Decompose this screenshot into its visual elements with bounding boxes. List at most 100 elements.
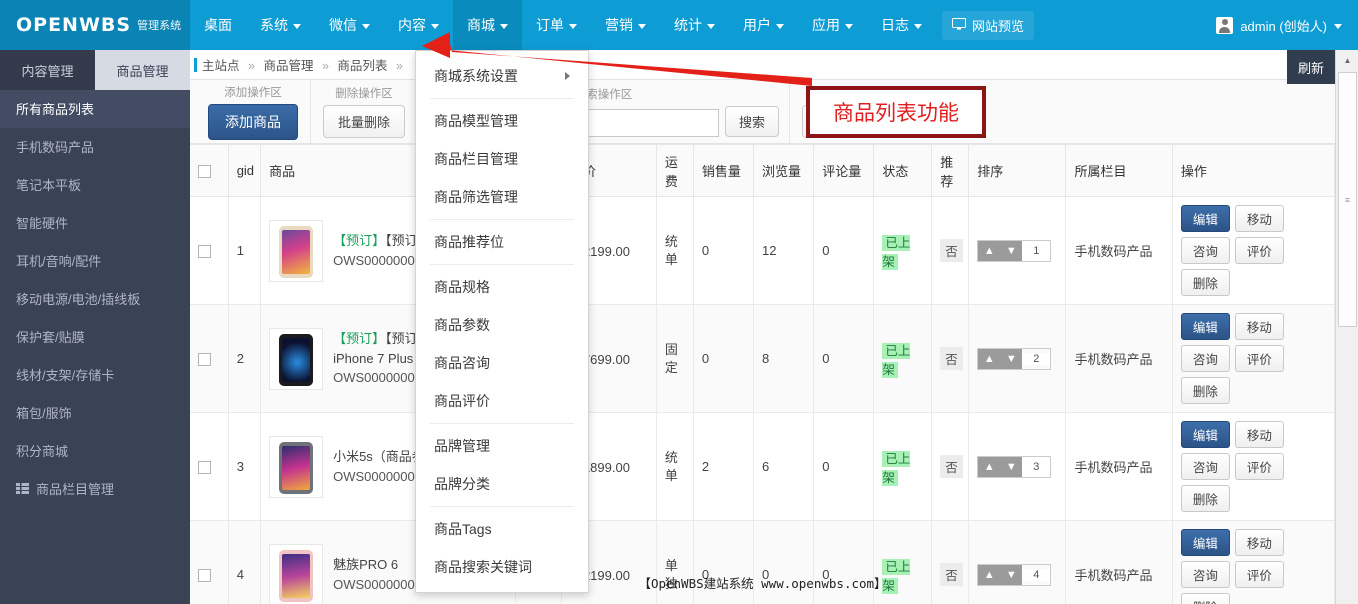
edit-button[interactable]: 编辑 (1181, 529, 1230, 556)
user-menu[interactable]: admin (创始人) (1216, 16, 1358, 35)
sidebar-item-cables-storage[interactable]: 线材/支架/存储卡 (0, 356, 190, 394)
th-category[interactable]: 所属栏目 (1066, 145, 1172, 197)
sidebar-item-cases-films[interactable]: 保护套/贴膜 (0, 318, 190, 356)
review-button[interactable]: 评价 (1235, 453, 1284, 480)
breadcrumb-item-site[interactable]: 主站点 (202, 59, 240, 73)
delete-button[interactable]: 删除 (1181, 377, 1230, 404)
move-button[interactable]: 移动 (1235, 529, 1284, 556)
arrow-up-icon[interactable]: ▲ (978, 241, 1000, 261)
sort-value[interactable]: 2 (1022, 353, 1050, 365)
nav-item-wechat[interactable]: 微信 (315, 0, 384, 50)
arrow-up-icon[interactable]: ▲ (978, 457, 1000, 477)
refresh-button[interactable]: 刷新 (1287, 50, 1335, 84)
th-sales[interactable]: 销售量 (693, 145, 753, 197)
sidebar-item-label: 积分商城 (16, 441, 68, 460)
row-checkbox[interactable] (198, 245, 211, 258)
sidebar-tab-label: 内容管理 (21, 61, 73, 80)
brand-logo-area[interactable]: OPENWBS 管理系统 (0, 0, 190, 50)
batch-delete-button[interactable]: 批量删除 (323, 105, 405, 138)
sidebar-tab-content[interactable]: 内容管理 (0, 50, 95, 90)
nav-item-desktop[interactable]: 桌面 (190, 0, 246, 50)
menu-item-product-tags[interactable]: 商品Tags (416, 510, 588, 548)
menu-item-product-keywords[interactable]: 商品搜索关键词 (416, 548, 588, 586)
edit-button[interactable]: 编辑 (1181, 205, 1230, 232)
menu-item-product-consult[interactable]: 商品咨询 (416, 344, 588, 382)
menu-item-product-filter[interactable]: 商品筛选管理 (416, 178, 588, 216)
sidebar-item-points-mall[interactable]: 积分商城 (0, 432, 190, 470)
arrow-down-icon[interactable]: ▼ (1000, 349, 1022, 369)
sort-value[interactable]: 3 (1022, 461, 1050, 473)
menu-item-label: 商品筛选管理 (434, 187, 518, 207)
select-all-checkbox[interactable] (198, 165, 211, 178)
sidebar-item-category-manage[interactable]: 商品栏目管理 (0, 470, 190, 508)
arrow-down-icon[interactable]: ▼ (1000, 457, 1022, 477)
vertical-scrollbar[interactable]: ▲ ≡ (1335, 50, 1358, 604)
sidebar-item-mobile-digital[interactable]: 手机数码产品 (0, 128, 190, 166)
menu-item-brand-category[interactable]: 品牌分类 (416, 465, 588, 503)
product-name[interactable]: 魅族PRO 6 (333, 557, 398, 572)
scrollbar-thumb[interactable]: ≡ (1338, 72, 1357, 327)
edit-button[interactable]: 编辑 (1181, 421, 1230, 448)
sidebar-tab-product[interactable]: 商品管理 (95, 50, 190, 90)
move-button[interactable]: 移动 (1235, 421, 1284, 448)
table-row[interactable]: 2 【预订】【预订】Apple iPhone 7 Plus 亮黑色 128 OW… (190, 305, 1335, 413)
arrow-down-icon[interactable]: ▼ (1000, 241, 1022, 261)
chevron-down-icon (845, 24, 853, 29)
product-thumbnail (269, 220, 323, 282)
sidebar-item-power-battery[interactable]: 移动电源/电池/插线板 (0, 280, 190, 318)
site-preview-button[interactable]: 网站预览 (942, 11, 1034, 40)
menu-item-product-param[interactable]: 商品参数 (416, 306, 588, 344)
delete-button[interactable]: 删除 (1181, 269, 1230, 296)
th-gid[interactable]: gid (228, 145, 260, 197)
menu-item-brand-manage[interactable]: 品牌管理 (416, 427, 588, 465)
menu-item-product-spec[interactable]: 商品规格 (416, 268, 588, 306)
td-views: 6 (754, 413, 814, 521)
th-recommend[interactable]: 推荐 (932, 145, 969, 197)
review-button[interactable]: 评价 (1235, 237, 1284, 264)
product-thumbnail (269, 328, 323, 390)
arrow-up-icon[interactable]: ▲ (978, 349, 1000, 369)
menu-item-product-recommend[interactable]: 商品推荐位 (416, 223, 588, 261)
delete-button[interactable]: 删除 (1181, 485, 1230, 512)
delete-button[interactable]: 删除 (1181, 593, 1230, 604)
sidebar-item-all-products[interactable]: 所有商品列表 (0, 90, 190, 128)
th-freight[interactable]: 运费 (656, 145, 693, 197)
th-select-all (190, 145, 228, 197)
th-sort[interactable]: 排序 (969, 145, 1066, 197)
review-button[interactable]: 评价 (1235, 345, 1284, 372)
recommend-badge[interactable]: 否 (940, 347, 963, 370)
sidebar-item-laptop-tablet[interactable]: 笔记本平板 (0, 166, 190, 204)
th-operations[interactable]: 操作 (1172, 145, 1334, 197)
menu-item-product-review[interactable]: 商品评价 (416, 382, 588, 420)
sort-value[interactable]: 1 (1022, 245, 1050, 257)
consult-button[interactable]: 咨询 (1181, 345, 1230, 372)
recommend-badge[interactable]: 否 (940, 239, 963, 262)
th-status[interactable]: 状态 (874, 145, 932, 197)
move-button[interactable]: 移动 (1235, 313, 1284, 340)
move-button[interactable]: 移动 (1235, 205, 1284, 232)
row-checkbox[interactable] (198, 353, 211, 366)
th-comments[interactable]: 评论量 (814, 145, 874, 197)
table-row[interactable]: 3 小米5s（商品参数演示） OWS000000003 9798 (190, 413, 1335, 521)
nav-item-system[interactable]: 系统 (246, 0, 315, 50)
sidebar-item-bags-apparel[interactable]: 箱包/服饰 (0, 394, 190, 432)
add-product-button[interactable]: 添加商品 (208, 104, 298, 140)
td-freight: 固定 (656, 305, 693, 413)
sidebar-item-smart-hardware[interactable]: 智能硬件 (0, 204, 190, 242)
sidebar-item-label: 手机数码产品 (16, 137, 94, 156)
edit-button[interactable]: 编辑 (1181, 313, 1230, 340)
recommend-badge[interactable]: 否 (940, 455, 963, 478)
scroll-up-icon[interactable]: ▲ (1336, 50, 1358, 71)
consult-button[interactable]: 咨询 (1181, 237, 1230, 264)
breadcrumb-item-product-manage[interactable]: 商品管理 (263, 59, 313, 73)
menu-item-product-category[interactable]: 商品栏目管理 (416, 140, 588, 178)
mall-dropdown-menu: 商城系统设置 商品模型管理 商品栏目管理 商品筛选管理 商品推荐位 商品规格 商… (415, 50, 589, 593)
sidebar-item-label: 所有商品列表 (16, 99, 94, 118)
row-checkbox[interactable] (198, 461, 211, 474)
table-row[interactable]: 1 【预订】【预订】小米5s Plus OWS000000001 (190, 197, 1335, 305)
sidebar-item-audio-accessories[interactable]: 耳机/音响/配件 (0, 242, 190, 280)
td-comments: 0 (814, 197, 874, 305)
status-badge: 已上架 (882, 343, 910, 378)
th-views[interactable]: 浏览量 (754, 145, 814, 197)
consult-button[interactable]: 咨询 (1181, 453, 1230, 480)
